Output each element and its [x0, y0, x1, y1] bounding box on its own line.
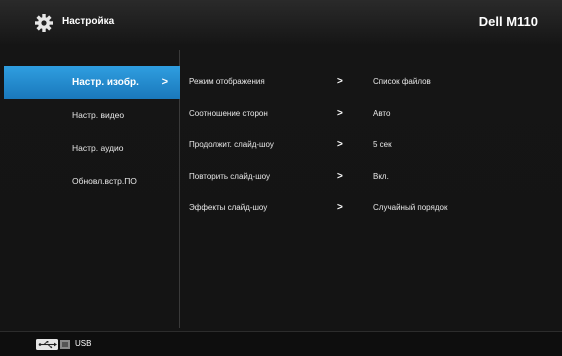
settings-list: Режим отображения > Список файлов Соотно…: [180, 66, 562, 224]
setting-row-display-mode[interactable]: Режим отображения > Список файлов: [180, 66, 562, 98]
footer-bar: USB: [0, 332, 562, 356]
chevron-right-icon: >: [337, 76, 343, 87]
osd-screen: Настройка Dell M110 Настр. изобр. > Наст…: [0, 0, 562, 356]
setting-value: Случайный порядок: [373, 203, 448, 212]
menu-item-label: Настр. изобр.: [72, 77, 139, 88]
setting-label: Режим отображения: [189, 77, 265, 86]
menu-item-label: Обновл.встр.ПО: [72, 176, 137, 186]
usb-icon: [36, 339, 70, 350]
setting-label: Продолжит. слайд-шоу: [189, 140, 274, 149]
setting-value: Авто: [373, 108, 391, 118]
setting-label: Соотношение сторон: [189, 108, 268, 118]
chevron-right-icon: >: [337, 139, 343, 150]
page-title: Настройка: [62, 16, 115, 27]
setting-row-aspect-ratio[interactable]: Соотношение сторон > Авто: [180, 98, 562, 130]
setting-value: Вкл.: [373, 171, 389, 181]
setting-label: Повторить слайд-шоу: [189, 171, 270, 181]
category-menu: Настр. изобр. > Настр. видео Настр. ауди…: [0, 66, 180, 198]
header-bar: Настройка Dell M110: [0, 0, 562, 44]
menu-item-audio-settings[interactable]: Настр. аудио: [0, 132, 180, 165]
setting-row-slideshow-duration[interactable]: Продолжит. слайд-шоу > 5 сек: [180, 129, 562, 161]
chevron-right-icon: >: [337, 107, 343, 119]
menu-item-picture-settings[interactable]: Настр. изобр. >: [4, 66, 180, 99]
menu-item-label: Настр. видео: [72, 110, 125, 120]
menu-item-video-settings[interactable]: Настр. видео: [0, 99, 180, 132]
setting-label: Эффекты слайд-шоу: [189, 203, 268, 212]
chevron-right-icon: >: [161, 76, 168, 88]
menu-item-firmware-update[interactable]: Обновл.встр.ПО: [0, 165, 180, 198]
menu-item-label: Настр. аудио: [72, 143, 124, 153]
chevron-right-icon: >: [337, 202, 343, 213]
setting-value: 5 сек: [373, 140, 392, 149]
device-model: Dell M110: [478, 14, 538, 29]
setting-value: Список файлов: [373, 77, 431, 86]
setting-row-slideshow-repeat[interactable]: Повторить слайд-шоу > Вкл.: [180, 161, 562, 193]
setting-row-slideshow-effects[interactable]: Эффекты слайд-шоу > Случайный порядок: [180, 192, 562, 224]
chevron-right-icon: >: [337, 170, 343, 182]
gear-icon: [35, 14, 53, 32]
source-label: USB: [75, 339, 92, 348]
